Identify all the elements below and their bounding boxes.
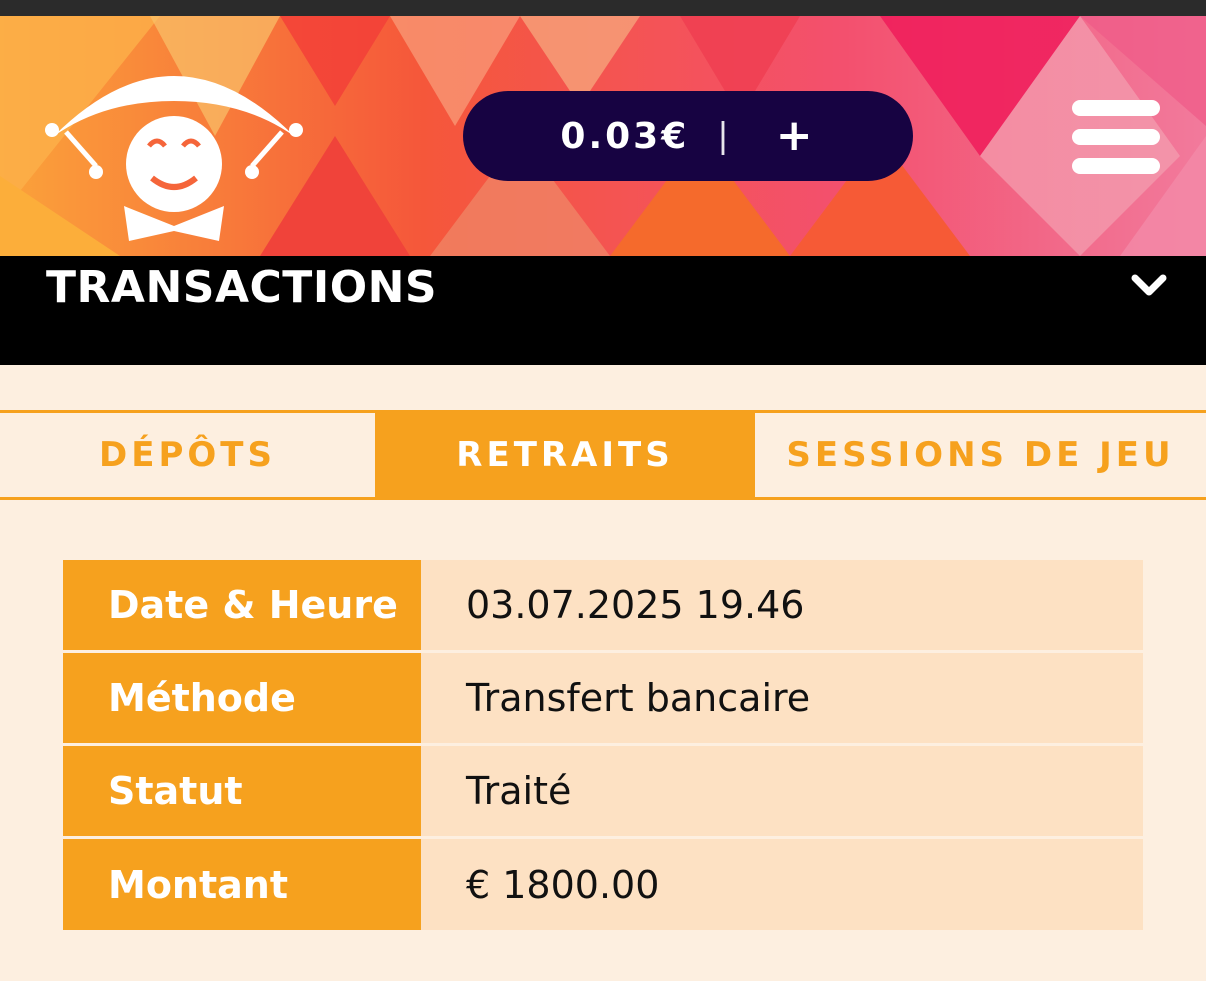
row-value-amount: € 1800.00 — [421, 837, 1143, 930]
row-label-status: Statut — [63, 744, 421, 839]
status-bar — [0, 0, 1206, 16]
table-row: Statut Traité — [63, 744, 1143, 839]
balance-separator: | — [717, 116, 732, 156]
tab-sessions-de-jeu[interactable]: SESSIONS DE JEU — [755, 413, 1206, 497]
table-row: Montant € 1800.00 — [63, 837, 1143, 930]
row-label-method: Méthode — [63, 651, 421, 746]
table-row: Méthode Transfert bancaire — [63, 651, 1143, 746]
tab-retraits[interactable]: RETRAITS — [375, 413, 755, 497]
balance-deposit-button[interactable]: 0.03€ | + — [463, 91, 913, 181]
site-header: 0.03€ | + — [0, 16, 1206, 256]
row-label-amount: Montant — [63, 837, 421, 930]
row-value-method: Transfert bancaire — [421, 651, 1143, 746]
transactions-section-header[interactable]: TRANSACTIONS — [0, 256, 1206, 365]
tab-depots[interactable]: DÉPÔTS — [0, 413, 375, 497]
plus-icon: + — [775, 110, 816, 161]
section-title: TRANSACTIONS — [46, 262, 438, 313]
table-row: Date & Heure 03.07.2025 19.46 — [63, 560, 1143, 653]
hamburger-menu-icon[interactable] — [1072, 98, 1162, 174]
transaction-tabs: DÉPÔTS RETRAITS SESSIONS DE JEU — [0, 410, 1206, 500]
chevron-down-icon[interactable] — [1130, 272, 1168, 300]
row-value-date: 03.07.2025 19.46 — [421, 560, 1143, 653]
jester-logo-icon[interactable] — [44, 46, 304, 246]
row-value-status: Traité — [421, 744, 1143, 839]
balance-amount: 0.03€ — [560, 115, 690, 157]
row-label-date: Date & Heure — [63, 560, 421, 653]
transaction-details-table: Date & Heure 03.07.2025 19.46 Méthode Tr… — [63, 560, 1143, 930]
